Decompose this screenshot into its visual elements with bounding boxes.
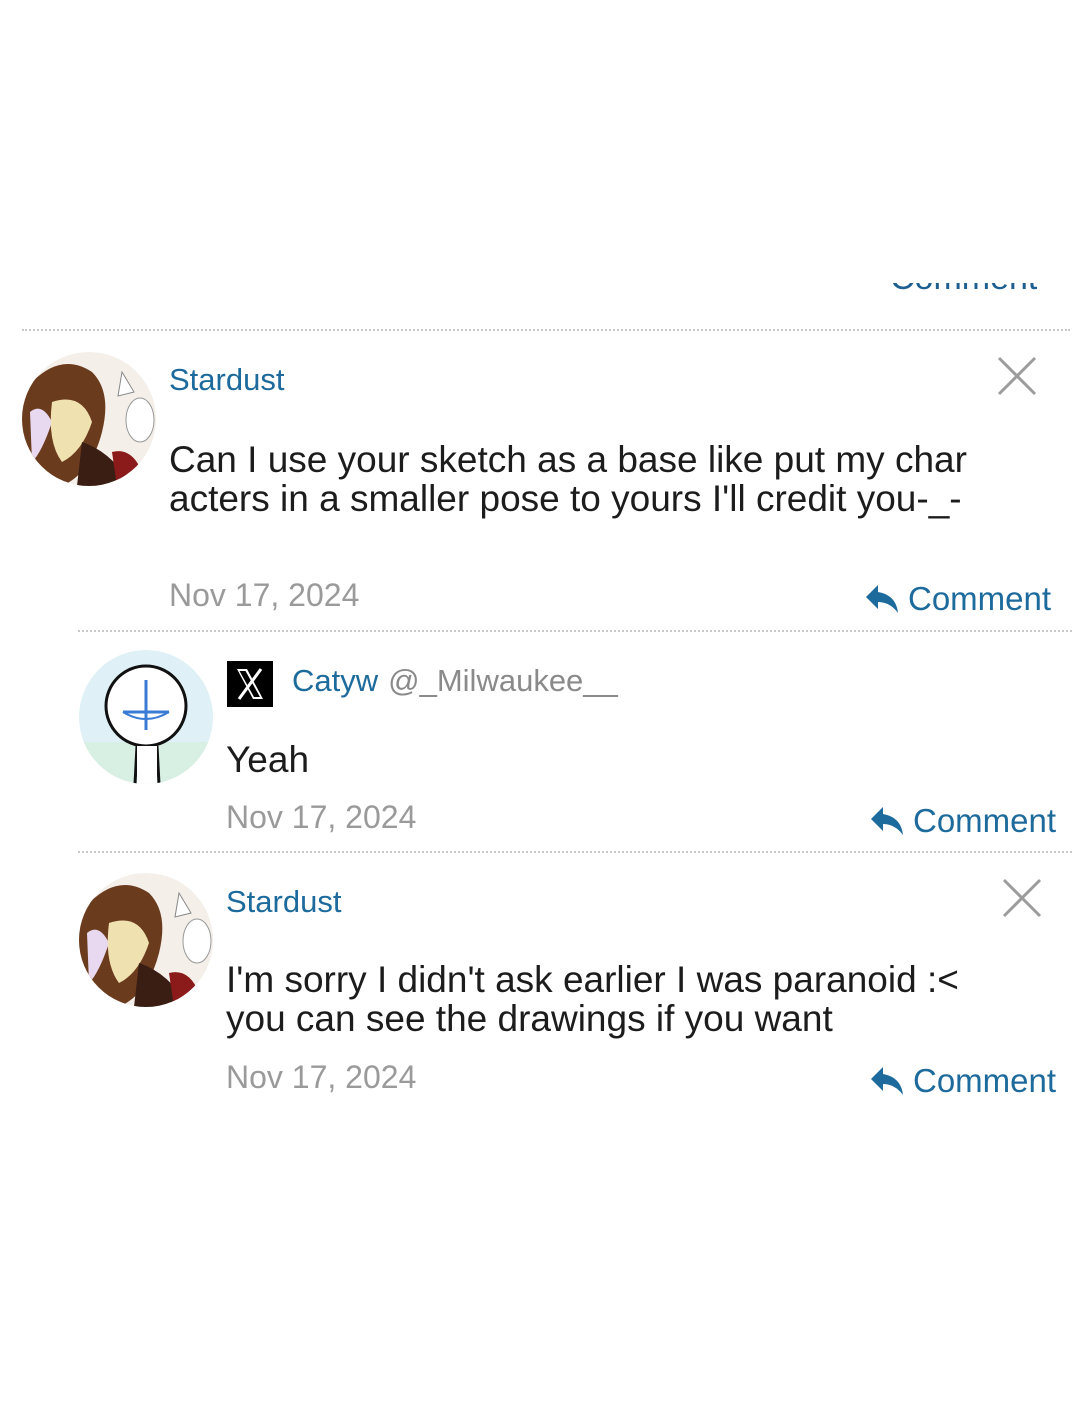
reply-arrow-icon — [871, 807, 903, 835]
close-icon[interactable] — [995, 354, 1039, 398]
divider — [78, 851, 1072, 853]
reply-label: Comment — [913, 802, 1057, 839]
reply-button[interactable]: Comment — [864, 580, 1051, 618]
comment-text: I'm sorry I didn't ask earlier I was par… — [226, 959, 959, 1039]
reply-arrow-icon — [871, 1067, 903, 1095]
comment-date: Nov 17, 2024 — [226, 1059, 417, 1095]
avatar[interactable] — [22, 352, 156, 486]
comment-author[interactable]: Stardust — [226, 884, 341, 920]
x-logo-icon — [227, 661, 273, 707]
divider — [22, 329, 1070, 331]
comment-text: Can I use your sketch as a base like put… — [169, 439, 967, 519]
comment-date: Nov 17, 2024 — [226, 799, 417, 835]
avatar[interactable] — [79, 650, 213, 784]
author-handle: @_Milwaukee__ — [388, 663, 618, 698]
reply-button[interactable]: Comment — [869, 1062, 1056, 1100]
reply-arrow-icon — [866, 585, 898, 613]
previous-comment-label: Comment — [890, 283, 1037, 295]
comment-text: Yeah — [226, 739, 310, 780]
reply-button[interactable]: Comment — [869, 802, 1056, 840]
previous-comment-button-cutoff[interactable]: Comment — [890, 283, 1037, 305]
author-name: Catyw — [292, 663, 379, 698]
comment-author[interactable]: Stardust — [169, 362, 284, 398]
comment-date: Nov 17, 2024 — [169, 577, 360, 613]
comment-author[interactable]: Catyw @_Milwaukee__ — [292, 663, 618, 699]
reply-label: Comment — [913, 1062, 1057, 1099]
avatar[interactable] — [79, 873, 213, 1007]
divider — [78, 630, 1072, 632]
reply-label: Comment — [908, 580, 1052, 617]
close-icon[interactable] — [1000, 876, 1044, 920]
